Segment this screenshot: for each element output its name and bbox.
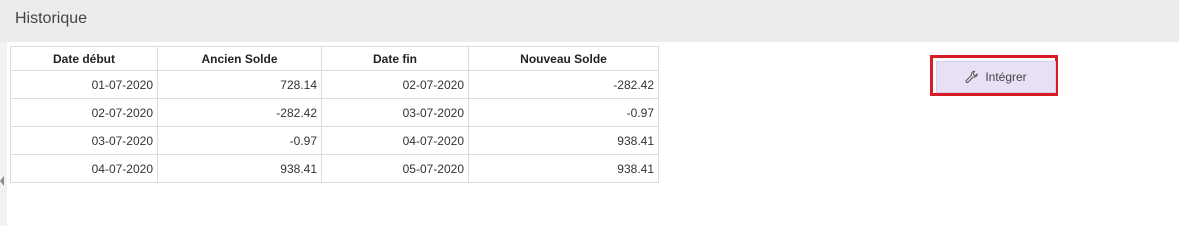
cell-date-fin: 02-07-2020 xyxy=(321,70,469,99)
column-header-date-debut[interactable]: Date début xyxy=(10,46,158,71)
side-panel-edge xyxy=(0,42,7,226)
cell-nouveau-solde: -282.42 xyxy=(468,70,659,99)
integrer-button-label: Intégrer xyxy=(985,70,1027,84)
cell-date-debut: 03-07-2020 xyxy=(10,126,158,155)
cell-date-fin: 05-07-2020 xyxy=(321,154,469,183)
header-bar: Historique xyxy=(0,0,1179,42)
page-title: Historique xyxy=(15,10,88,27)
cell-nouveau-solde: -0.97 xyxy=(468,98,659,127)
integrer-button[interactable]: Intégrer xyxy=(936,61,1056,93)
cell-ancien-solde: -0.97 xyxy=(157,126,322,155)
collapse-arrow-icon[interactable] xyxy=(0,176,4,186)
column-header-ancien-solde[interactable]: Ancien Solde xyxy=(157,46,322,71)
wrench-icon xyxy=(965,70,979,84)
table-header-row: Date début Ancien Solde Date fin Nouveau… xyxy=(10,46,659,71)
column-header-nouveau-solde[interactable]: Nouveau Solde xyxy=(468,46,659,71)
cell-ancien-solde: -282.42 xyxy=(157,98,322,127)
column-header-date-fin[interactable]: Date fin xyxy=(321,46,469,71)
table-row: 04-07-2020 938.41 05-07-2020 938.41 xyxy=(10,154,659,183)
cell-date-fin: 04-07-2020 xyxy=(321,126,469,155)
cell-date-debut: 01-07-2020 xyxy=(10,70,158,99)
cell-date-debut: 02-07-2020 xyxy=(10,98,158,127)
history-table: Date début Ancien Solde Date fin Nouveau… xyxy=(10,46,659,183)
cell-date-debut: 04-07-2020 xyxy=(10,154,158,183)
cell-nouveau-solde: 938.41 xyxy=(468,126,659,155)
cell-date-fin: 03-07-2020 xyxy=(321,98,469,127)
cell-ancien-solde: 728.14 xyxy=(157,70,322,99)
cell-ancien-solde: 938.41 xyxy=(157,154,322,183)
table-row: 01-07-2020 728.14 02-07-2020 -282.42 xyxy=(10,70,659,99)
table-row: 02-07-2020 -282.42 03-07-2020 -0.97 xyxy=(10,98,659,127)
cell-nouveau-solde: 938.41 xyxy=(468,154,659,183)
table-row: 03-07-2020 -0.97 04-07-2020 938.41 xyxy=(10,126,659,155)
